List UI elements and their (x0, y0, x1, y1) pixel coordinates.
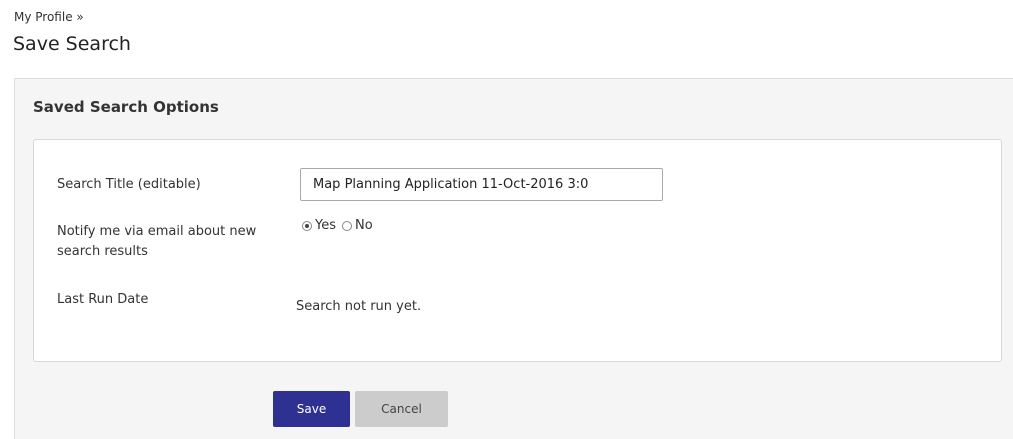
options-form: Search Title (editable) Notify me via em… (33, 139, 1002, 362)
notify-no-radio[interactable] (342, 220, 352, 231)
notify-no-option[interactable]: No (342, 218, 373, 233)
notify-yes-label: Yes (315, 218, 336, 233)
save-button[interactable]: Save (273, 391, 350, 427)
save-search-page: My Profile » Save Search Saved Search Op… (0, 0, 1013, 439)
search-title-input[interactable] (300, 168, 663, 201)
cancel-button[interactable]: Cancel (355, 391, 448, 427)
notify-label: Notify me via email about new search res… (57, 224, 257, 259)
last-run-label: Last Run Date (57, 292, 149, 307)
notify-radio-group: Yes No (302, 218, 379, 233)
page-title: Save Search (13, 33, 131, 55)
last-run-value: Search not run yet. (296, 299, 422, 314)
notify-yes-radio[interactable] (302, 220, 312, 231)
saved-search-options-panel: Saved Search Options Search Title (edita… (14, 78, 1013, 439)
search-title-label: Search Title (editable) (57, 177, 201, 192)
notify-yes-option[interactable]: Yes (302, 218, 336, 233)
notify-no-label: No (355, 218, 373, 233)
section-title: Saved Search Options (33, 98, 219, 116)
breadcrumb[interactable]: My Profile » (14, 10, 84, 24)
